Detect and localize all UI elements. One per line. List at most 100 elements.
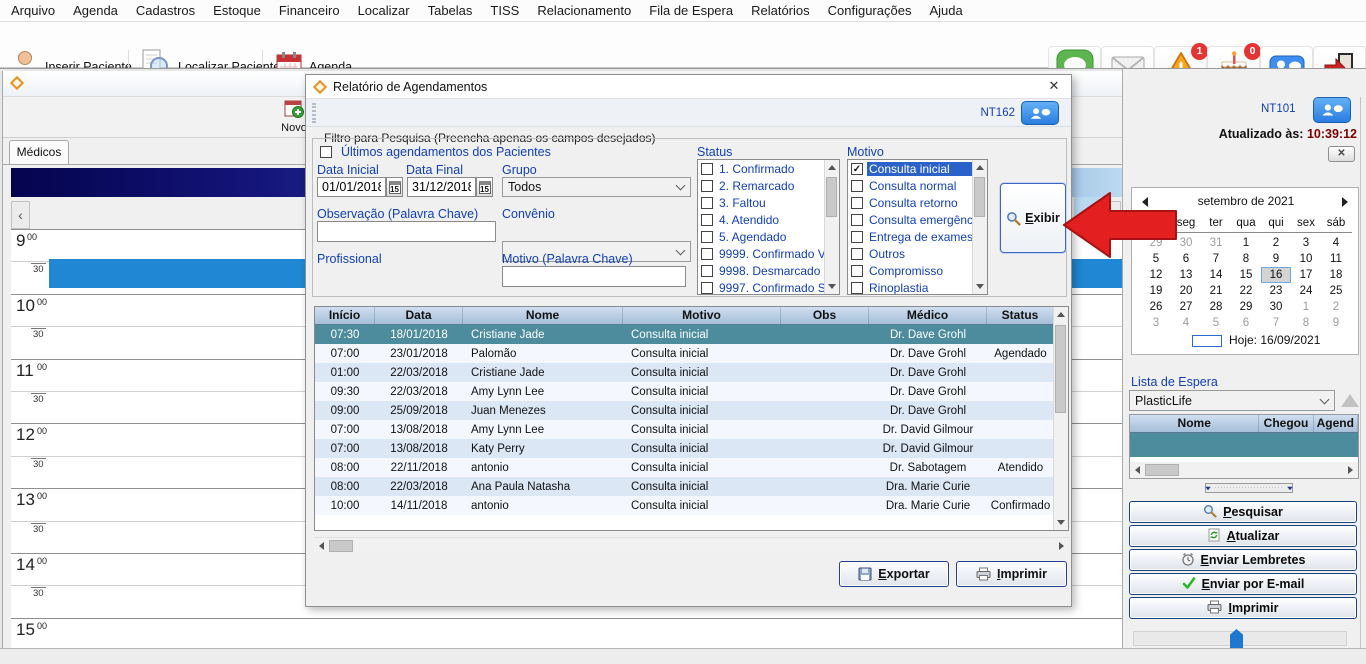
contacts-icon[interactable] (1313, 97, 1351, 123)
calendar-day[interactable]: 29 (1141, 235, 1171, 251)
checklist-item[interactable]: 3. Faltou (698, 194, 839, 211)
calendar-day[interactable]: 2 (1261, 235, 1291, 251)
calendar-day[interactable]: 3 (1291, 235, 1321, 251)
table-row[interactable]: 10:0014/11/2018antonioConsulta inicialDr… (315, 496, 1054, 515)
calendar-day[interactable]: 6 (1171, 251, 1201, 267)
today-marker-box[interactable] (1192, 335, 1222, 347)
slider-thumb[interactable] (1230, 629, 1243, 649)
checklist-item[interactable]: Consulta normal (848, 177, 987, 194)
calendar-day[interactable]: 9 (1321, 315, 1351, 331)
results-table[interactable]: InícioDataNomeMotivoObsMédicoStatus 07:3… (314, 306, 1069, 531)
column-header-in-cio[interactable]: Início (315, 307, 375, 324)
checklist-item[interactable]: Outros (848, 245, 987, 262)
checklist-item[interactable]: 4. Atendido (698, 211, 839, 228)
checkbox-icon[interactable] (701, 265, 713, 277)
column-header-motivo[interactable]: Motivo (623, 307, 781, 324)
calendar-day[interactable]: 8 (1231, 251, 1261, 267)
calendar-day[interactable]: 21 (1201, 283, 1231, 299)
waiting-list-hscrollbar[interactable] (1130, 462, 1358, 478)
waiting-list-selected-row[interactable] (1130, 433, 1358, 457)
results-table-header[interactable]: InícioDataNomeMotivoObsMédicoStatus (315, 307, 1054, 325)
checkbox-icon[interactable] (320, 146, 332, 158)
time-slot[interactable]: 1500 (11, 618, 1123, 649)
menu-item-relat-rios[interactable]: Relatórios (742, 0, 819, 22)
contacts-icon[interactable] (1021, 101, 1059, 125)
observacao-input[interactable] (317, 221, 496, 242)
checkbox-icon[interactable] (851, 214, 863, 226)
checkbox-icon[interactable] (851, 248, 863, 260)
window-close-button[interactable]: ✕ (1328, 146, 1355, 162)
panel-splitter[interactable]: ······················· (1205, 483, 1293, 493)
calendar-day[interactable]: 15 (1231, 267, 1261, 283)
exportar-button[interactable]: Exportar (839, 561, 949, 587)
menu-item-configura-es[interactable]: Configurações (819, 0, 921, 22)
action-button-pesquisar[interactable]: Pesquisar (1129, 501, 1357, 523)
last-appointments-checkbox[interactable]: Últimos agendamentos dos Pacientes (320, 145, 551, 159)
action-button-enviar-lembretes[interactable]: Enviar Lembretes (1129, 549, 1357, 571)
checkbox-icon[interactable] (701, 214, 713, 226)
checkbox-icon[interactable] (701, 248, 713, 260)
checklist-item[interactable]: Rinoplastia (848, 279, 987, 295)
menu-item-estoque[interactable]: Estoque (204, 0, 270, 22)
checkbox-icon[interactable] (701, 197, 713, 209)
agenda-scroll-right-button[interactable]: › (1102, 201, 1121, 229)
data-inicial-input[interactable] (317, 177, 386, 197)
column-header-agend[interactable]: Agend (1314, 415, 1358, 432)
imprimir-dialog-button[interactable]: Imprimir (956, 561, 1067, 587)
table-row[interactable]: 08:0022/03/2018Ana Paula NatashaConsulta… (315, 477, 1054, 496)
date-picker-icon[interactable]: 15 (476, 177, 493, 197)
action-button-enviar-por-e-mail[interactable]: Enviar por E-mail (1129, 573, 1357, 595)
menu-item-relacionamento[interactable]: Relacionamento (528, 0, 640, 22)
results-vscrollbar[interactable] (1053, 307, 1068, 530)
calendar-next-icon[interactable] (1342, 197, 1348, 207)
calendar-day[interactable]: 31 (1201, 235, 1231, 251)
scrollbar[interactable] (824, 160, 839, 294)
calendar-day[interactable]: 5 (1141, 251, 1171, 267)
date-picker-icon[interactable]: 15 (386, 177, 403, 197)
menu-item-arquivo[interactable]: Arquivo (2, 0, 64, 22)
collapse-up-icon[interactable] (1341, 394, 1359, 407)
calendar-day[interactable]: 20 (1171, 283, 1201, 299)
calendar-day[interactable]: 10 (1291, 251, 1321, 267)
calendar-day[interactable]: 25 (1321, 283, 1351, 299)
table-row[interactable]: 07:0013/08/2018Amy Lynn LeeConsulta inic… (315, 420, 1054, 439)
calendar-day[interactable]: 2 (1321, 299, 1351, 315)
table-row[interactable]: 07:0023/01/2018PalomãoConsulta inicialDr… (315, 344, 1054, 363)
dialog-titlebar[interactable]: Relatório de Agendamentos ✕ (306, 75, 1071, 99)
table-row[interactable]: 09:3022/03/2018Amy Lynn LeeConsulta inic… (315, 382, 1054, 401)
table-row[interactable]: 07:0013/08/2018Katy PerryConsulta inicia… (315, 439, 1054, 458)
tab-medicos[interactable]: Médicos (9, 140, 69, 164)
calendar-day[interactable]: 23 (1261, 283, 1291, 299)
menu-item-fila-de-espera[interactable]: Fila de Espera (640, 0, 742, 22)
table-row[interactable]: 09:0025/09/2018Juan MenezesConsulta inic… (315, 401, 1054, 420)
waiting-list-dropdown[interactable]: PlasticLife (1129, 390, 1335, 411)
column-header-nome[interactable]: Nome (463, 307, 623, 324)
calendar-day[interactable]: 30 (1171, 235, 1201, 251)
calendar-day[interactable]: 17 (1291, 267, 1321, 283)
calendar-day[interactable]: 6 (1231, 315, 1261, 331)
calendar-day[interactable]: 30 (1261, 299, 1291, 315)
exibir-button[interactable]: Exibir (1000, 183, 1066, 253)
calendar-day[interactable]: 5 (1201, 315, 1231, 331)
action-button-atualizar[interactable]: Atualizar (1129, 525, 1357, 547)
checklist-item[interactable]: 5. Agendado (698, 228, 839, 245)
agenda-scroll-left-button[interactable]: ‹ (11, 201, 30, 229)
motivo-chave-input[interactable] (502, 266, 686, 287)
checkbox-icon[interactable] (851, 282, 863, 294)
menu-item-cadastros[interactable]: Cadastros (127, 0, 204, 22)
checklist-item[interactable]: Entrega de exames (848, 228, 987, 245)
checklist-item[interactable]: 9997. Confirmado S (698, 279, 839, 295)
calendar-day[interactable]: 28 (1201, 299, 1231, 315)
checklist-item[interactable]: 2. Remarcado (698, 177, 839, 194)
table-row[interactable]: 08:0022/11/2018antonioConsulta inicialDr… (315, 458, 1054, 477)
results-hscrollbar[interactable] (314, 537, 1069, 553)
checklist-item[interactable]: 1. Confirmado (698, 160, 839, 177)
checkbox-icon[interactable] (851, 265, 863, 277)
action-button-imprimir[interactable]: Imprimir (1129, 597, 1357, 619)
calendar-day[interactable]: 18 (1321, 267, 1351, 283)
column-header-nome[interactable]: Nome (1130, 415, 1259, 432)
calendar-day[interactable]: 7 (1201, 251, 1231, 267)
menu-item-financeiro[interactable]: Financeiro (270, 0, 349, 22)
calendar-day[interactable]: 8 (1291, 315, 1321, 331)
checkbox-icon[interactable]: ✓ (851, 163, 863, 175)
